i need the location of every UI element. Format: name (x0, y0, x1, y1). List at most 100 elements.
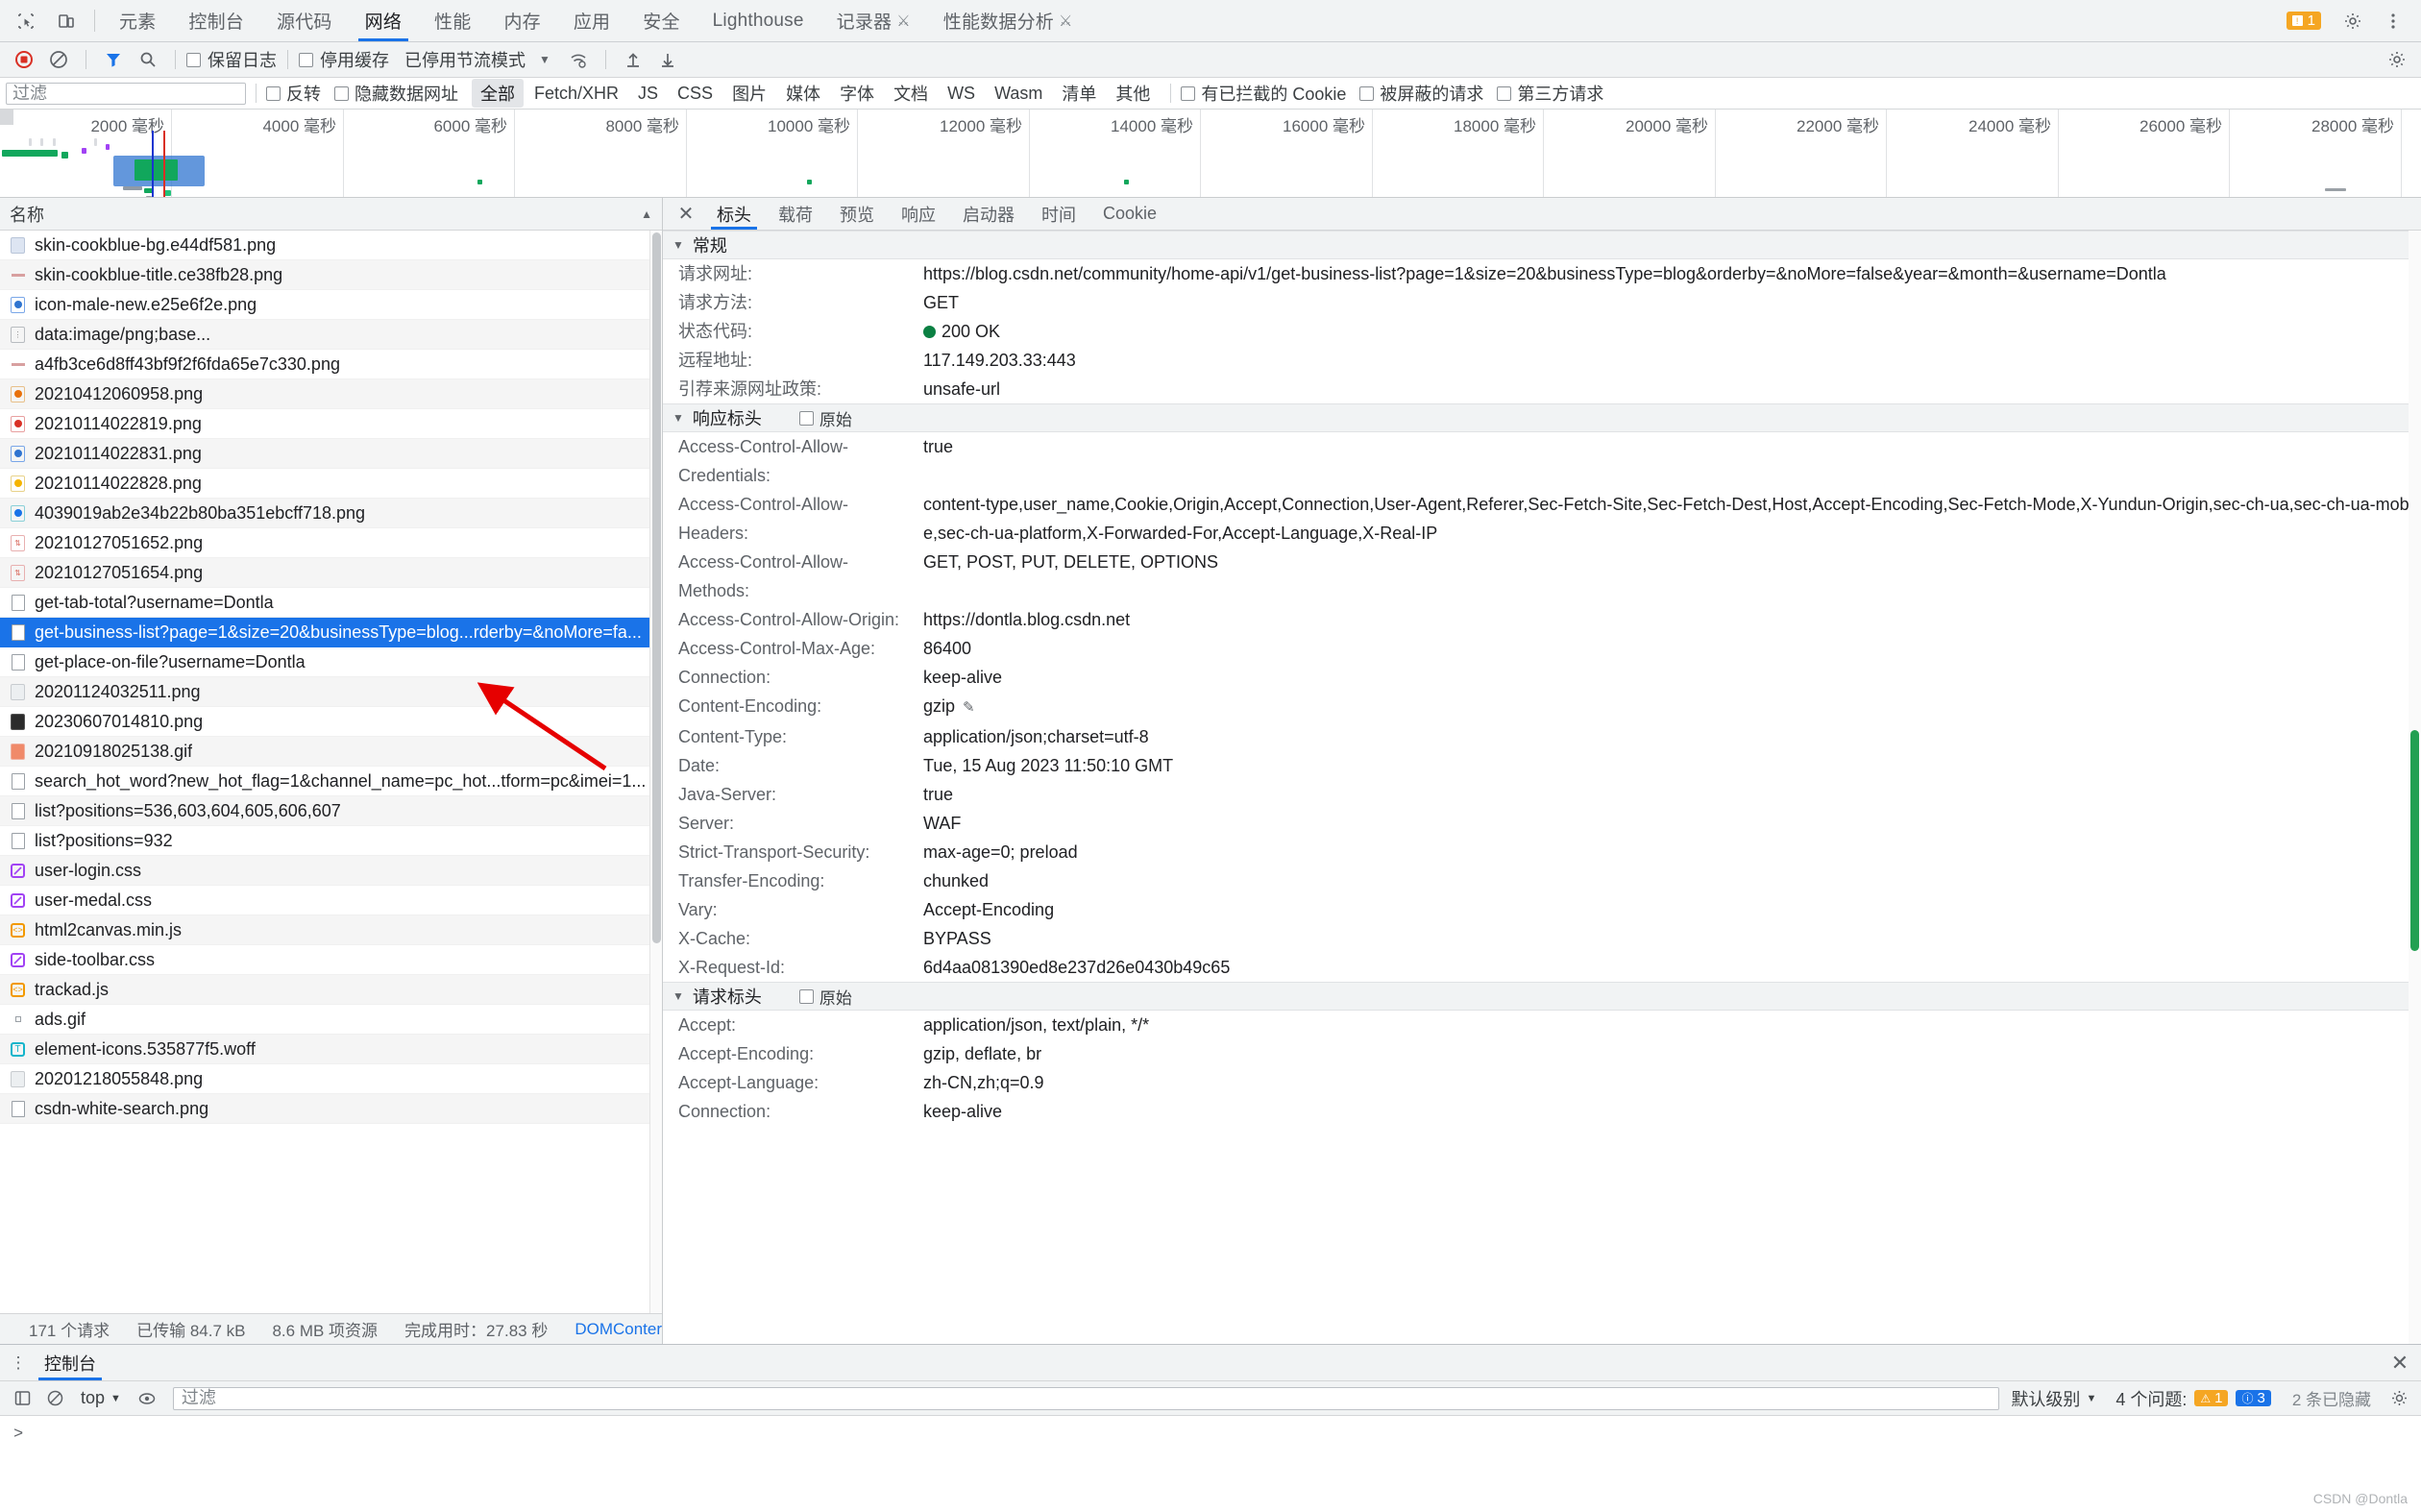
request-list-header[interactable]: 名称 ▲ (0, 198, 662, 231)
gear-icon[interactable] (2384, 1386, 2413, 1411)
response-raw-checkbox[interactable]: 原始 (798, 406, 852, 430)
request-row[interactable]: 20210114022819.png (0, 409, 662, 439)
filter-input[interactable] (6, 82, 246, 105)
request-row[interactable]: <> html2canvas.min.js (0, 915, 662, 945)
tab-application[interactable]: 应用 (557, 0, 626, 41)
settings-gear-icon[interactable] (2381, 45, 2413, 74)
detail-tab-preview[interactable]: 预览 (826, 198, 888, 230)
request-row[interactable]: a4fb3ce6d8ff43bf9f2f6fda65e7c330.png (0, 350, 662, 379)
request-row[interactable]: ⇅ 20210127051654.png (0, 558, 662, 588)
disable-cache-checkbox[interactable]: 停用缓存 (299, 47, 389, 72)
detail-tab-headers[interactable]: 标头 (703, 198, 765, 230)
console-sidebar-icon[interactable] (8, 1386, 37, 1411)
search-icon[interactable] (132, 45, 164, 74)
console-context-select[interactable]: top ▼ (73, 1388, 129, 1408)
console-issues-summary[interactable]: 4 个问题: ⚠ 1 ⓘ 3 (2115, 1386, 2271, 1411)
section-response-headers-header[interactable]: ▼ 响应标头 原始 (663, 403, 2421, 432)
drawer-tab-console[interactable]: 控制台 (31, 1345, 110, 1380)
request-row[interactable]: 20210918025138.gif (0, 737, 662, 767)
request-row[interactable]: get-place-on-file?username=Dontla (0, 647, 662, 677)
request-row[interactable]: ⇅ 20210127051652.png (0, 528, 662, 558)
third-party-checkbox[interactable]: 第三方请求 (1497, 81, 1603, 106)
request-row[interactable]: 20210412060958.png (0, 379, 662, 409)
tab-sources[interactable]: 源代码 (260, 0, 349, 41)
request-list[interactable]: skin-cookblue-bg.e44df581.png skin-cookbl… (0, 231, 662, 1313)
type-filter-ws[interactable]: WS (939, 82, 984, 106)
request-row[interactable]: 4039019ab2e34b22b80ba351ebcff718.png (0, 499, 662, 528)
device-toggle-icon[interactable] (46, 0, 86, 41)
request-row-selected[interactable]: get-business-list?page=1&size=20&busines… (0, 618, 662, 647)
section-general-header[interactable]: ▼ 常规 (663, 231, 2421, 259)
request-row[interactable]: icon-male-new.e25e6f2e.png (0, 290, 662, 320)
request-list-scrollbar[interactable] (649, 231, 662, 1313)
request-row[interactable]: search_hot_word?new_hot_flag=1&channel_n… (0, 767, 662, 796)
request-row[interactable]: ⋮ data:image/png;base... (0, 320, 662, 350)
detail-tab-payload[interactable]: 载荷 (765, 198, 826, 230)
tab-network[interactable]: 网络 (349, 0, 418, 41)
request-row[interactable]: 20210114022828.png (0, 469, 662, 499)
record-stop-icon[interactable] (8, 45, 40, 74)
type-filter-manifest[interactable]: 清单 (1053, 79, 1105, 108)
request-row[interactable]: get-tab-total?username=Dontla (0, 588, 662, 618)
issues-badge[interactable]: ! 1 (2286, 12, 2321, 30)
detail-tab-initiator[interactable]: 启动器 (949, 198, 1028, 230)
blocked-requests-checkbox[interactable]: 被屏蔽的请求 (1359, 81, 1483, 106)
tab-security[interactable]: 安全 (626, 0, 696, 41)
type-filter-css[interactable]: CSS (669, 82, 721, 106)
info-badge[interactable]: ⓘ 3 (2236, 1390, 2271, 1406)
type-filter-media[interactable]: 媒体 (777, 79, 829, 108)
type-filter-other[interactable]: 其他 (1107, 79, 1159, 108)
more-vertical-icon[interactable] (2373, 12, 2413, 31)
invert-checkbox[interactable]: 反转 (266, 81, 321, 106)
request-row[interactable]: 20230607014810.png (0, 707, 662, 737)
tab-elements[interactable]: 元素 (103, 0, 172, 41)
type-filter-wasm[interactable]: Wasm (986, 82, 1051, 106)
type-filter-fetch-xhr[interactable]: Fetch/XHR (526, 82, 627, 106)
tab-memory[interactable]: 内存 (487, 0, 556, 41)
type-filter-all[interactable]: 全部 (472, 79, 524, 108)
warning-badge[interactable]: ⚠ 1 (2194, 1390, 2229, 1406)
type-filter-font[interactable]: 字体 (831, 79, 883, 108)
type-filter-img[interactable]: 图片 (723, 79, 775, 108)
hide-data-urls-checkbox[interactable]: 隐藏数据网址 (334, 81, 458, 106)
detail-tab-cookies[interactable]: Cookie (1089, 198, 1170, 230)
type-filter-js[interactable]: JS (629, 82, 667, 106)
type-filter-doc[interactable]: 文档 (885, 79, 937, 108)
more-vertical-icon[interactable]: ⋮ (6, 1345, 31, 1380)
scrollbar-thumb[interactable] (652, 232, 661, 943)
tab-lighthouse[interactable]: Lighthouse (697, 0, 820, 41)
inspect-icon[interactable] (6, 0, 46, 41)
tab-performance[interactable]: 性能 (418, 0, 487, 41)
request-row[interactable]: Telement-icons.535877f5.woff (0, 1035, 662, 1064)
console-level-select[interactable]: 默认级别 ▼ (2011, 1386, 2096, 1411)
funnel-icon[interactable] (97, 45, 130, 74)
console-output[interactable]: > (0, 1416, 2421, 1512)
live-expression-icon[interactable] (133, 1386, 161, 1411)
network-overview-timeline[interactable]: 2000 毫秒 4000 毫秒 6000 毫秒 8000 毫秒 10000 毫秒 1200… (0, 110, 2421, 198)
details-scrollbar[interactable] (2409, 231, 2421, 1344)
preserve-log-checkbox[interactable]: 保留日志 (186, 47, 277, 72)
console-filter-input[interactable] (172, 1386, 2000, 1410)
request-row[interactable]: skin-cookblue-title.ce38fb28.png (0, 260, 662, 290)
tab-console[interactable]: 控制台 (172, 0, 260, 41)
request-row[interactable]: <> trackad.js (0, 975, 662, 1005)
request-row[interactable]: 20201124032511.png (0, 677, 662, 707)
request-row[interactable]: list?positions=536,603,604,605,606,607 (0, 796, 662, 826)
request-row[interactable]: list?positions=932 (0, 826, 662, 856)
tab-performance-insights[interactable]: 性能数据分析 ⚔ (927, 0, 1089, 41)
request-row[interactable]: side-toolbar.css (0, 945, 662, 975)
request-row[interactable]: csdn-white-search.png (0, 1094, 662, 1124)
close-icon[interactable]: ✕ (669, 198, 703, 230)
throttling-select[interactable]: 已停用节流模式 (404, 47, 526, 72)
network-conditions-icon[interactable] (562, 45, 595, 74)
chevron-up-icon[interactable]: ▲ (641, 207, 652, 221)
edit-pencil-icon[interactable]: ✎ (963, 699, 975, 716)
request-row[interactable]: user-login.css (0, 856, 662, 886)
detail-tab-timing[interactable]: 时间 (1028, 198, 1089, 230)
request-row[interactable]: 20210114022831.png (0, 439, 662, 469)
request-raw-checkbox[interactable]: 原始 (798, 985, 852, 1009)
request-row[interactable]: 20201218055848.png (0, 1064, 662, 1094)
export-har-icon[interactable] (651, 45, 684, 74)
request-row[interactable]: skin-cookblue-bg.e44df581.png (0, 231, 662, 260)
section-request-headers-header[interactable]: ▼ 请求标头 原始 (663, 982, 2421, 1011)
